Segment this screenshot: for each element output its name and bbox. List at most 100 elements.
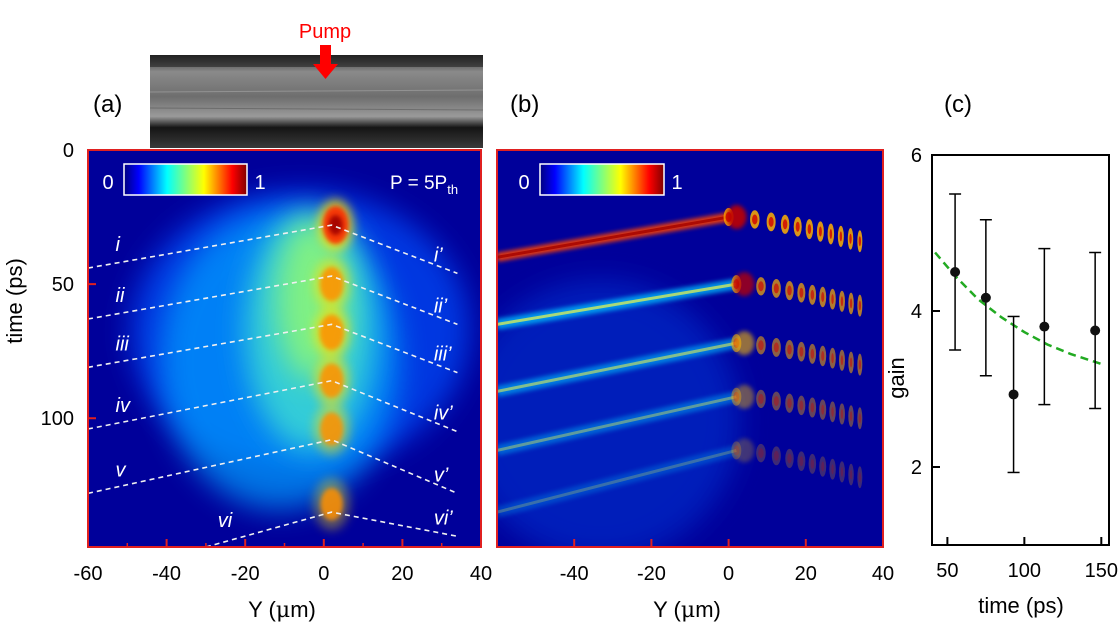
fringe-bead-core [782, 219, 788, 230]
fringe-bead-core [858, 413, 862, 424]
panel-b-colorbar: 0 1 [518, 163, 683, 196]
fringe-bead-core [858, 236, 862, 247]
x-tick-label: 40 [872, 563, 894, 585]
data-point [980, 292, 991, 303]
line-label-vi-prime: vi’ [434, 507, 453, 529]
front-apex [734, 272, 755, 297]
panel-b: -40 -20 0 20 40 0 1 [496, 149, 894, 585]
data-point [1039, 321, 1050, 332]
data-point [1008, 389, 1019, 400]
line-label-iv-prime: iv’ [434, 403, 453, 425]
intensity-peak [320, 488, 343, 521]
fringe-bead-core [799, 456, 804, 467]
front-apex [726, 205, 747, 230]
front-apex [734, 438, 755, 463]
line-label-i-prime: i’ [434, 244, 443, 266]
x-tick-label: 40 [470, 563, 492, 585]
panel-b-label: (b) [510, 91, 539, 118]
fringe-bead-core [849, 233, 852, 244]
colorbar-max-label: 1 [671, 172, 682, 194]
line-label-i: i [116, 234, 121, 256]
panel-a-xlabel: Y (μm) [248, 597, 316, 623]
intensity-peak [319, 363, 344, 398]
panel-a-label: (a) [93, 91, 122, 118]
fringe-bead-core [849, 298, 853, 309]
fringe-bead-core [795, 221, 800, 232]
x-tick-label: -60 [74, 563, 103, 585]
intensity-peak [319, 266, 344, 302]
data-point [950, 267, 961, 277]
panel-a-ylabel: time (ps) [2, 258, 27, 344]
line-label-v-prime: v’ [434, 464, 449, 486]
fringe-bead-core [787, 453, 792, 464]
fringe-bead-core [840, 296, 844, 307]
panel-c-ylabel: gain [884, 357, 909, 399]
fringe-bead-core [849, 469, 853, 480]
fringe-bead-core [799, 346, 804, 357]
pump-label: Pump [299, 21, 351, 43]
fringe-bead-core [831, 406, 834, 417]
colorbar-min-label: 0 [102, 172, 113, 194]
panel-c: 50 100 150 2 4 6 time (ps) gain [884, 145, 1118, 618]
fringe-bead-core [810, 289, 815, 300]
x-tick-label: 0 [318, 563, 329, 585]
fringe-bead-core [773, 396, 779, 407]
fringe-bead-core [773, 283, 779, 294]
fringe-bead-core [858, 472, 862, 483]
line-label-ii: ii [116, 285, 125, 307]
line-label-iii-prime: iii’ [434, 344, 452, 366]
fringe-bead-core [821, 351, 825, 362]
fringe-bead-core [810, 458, 815, 469]
x-tick-label: 100 [1008, 560, 1041, 582]
fringe-bead-core [831, 294, 834, 305]
figure: Pump (a) (b) (c) i i’ii ii’iii iii’iv iv’v v’… [2, 21, 1118, 623]
x-tick-label: -20 [637, 563, 666, 585]
front-apex [734, 384, 755, 409]
y-tick-label: 2 [911, 457, 922, 479]
colorbar-min-label: 0 [518, 172, 529, 194]
x-tick-label: 20 [391, 563, 413, 585]
colorbar-max-label: 1 [254, 172, 265, 194]
y-tick-label: 0 [63, 140, 74, 162]
fringe-bead-core [787, 344, 792, 355]
fringe-bead-core [840, 408, 844, 419]
fringe-bead-core [758, 393, 764, 404]
fringe-bead-core [831, 464, 834, 475]
x-tick-label: 20 [795, 563, 817, 585]
x-tick-label: -20 [231, 563, 260, 585]
fringe-bead-core [821, 461, 825, 472]
fringe-bead-core [758, 448, 764, 459]
panel-a: i i’ii ii’iii iii’iv iv’v v’vi vi’ -60 -40 -20 0 2… [41, 140, 493, 585]
fringe-bead-core [768, 216, 774, 227]
fringe-bead-core [758, 340, 764, 351]
fringe-bead-core [773, 342, 779, 353]
fringe-bead-core [773, 450, 779, 461]
fringe-bead-core [818, 226, 822, 237]
fringe-bead-core [821, 291, 825, 302]
fringe-bead-core [858, 359, 862, 370]
panel-c-xlabel: time (ps) [978, 593, 1064, 618]
x-tick-label: 150 [1085, 560, 1118, 582]
y-tick-label: 6 [911, 145, 922, 167]
fringe-bead-core [807, 224, 812, 235]
panel-b-xlabel: Y (μm) [653, 597, 721, 623]
y-tick-label: 50 [52, 274, 74, 296]
fringe-bead-core [787, 398, 792, 409]
y-tick-label: 100 [41, 408, 74, 430]
fringe-bead-core [849, 357, 853, 368]
x-tick-label: 0 [723, 563, 734, 585]
fringe-bead-core [829, 228, 833, 239]
fringe-bead-core [839, 231, 843, 242]
fringe-bead-core [810, 402, 815, 413]
sem-image [149, 55, 484, 148]
fringe-bead-core [849, 411, 853, 422]
fringe-bead-core [787, 285, 792, 296]
fringe-bead-core [799, 287, 804, 298]
x-tick-label: -40 [560, 563, 589, 585]
fringe-bead-core [752, 214, 758, 225]
intensity-peak [320, 412, 344, 446]
fringe-bead-core [831, 353, 834, 364]
data-point [1090, 325, 1101, 336]
line-label-iv: iv [116, 395, 131, 417]
front-apex [734, 331, 755, 356]
